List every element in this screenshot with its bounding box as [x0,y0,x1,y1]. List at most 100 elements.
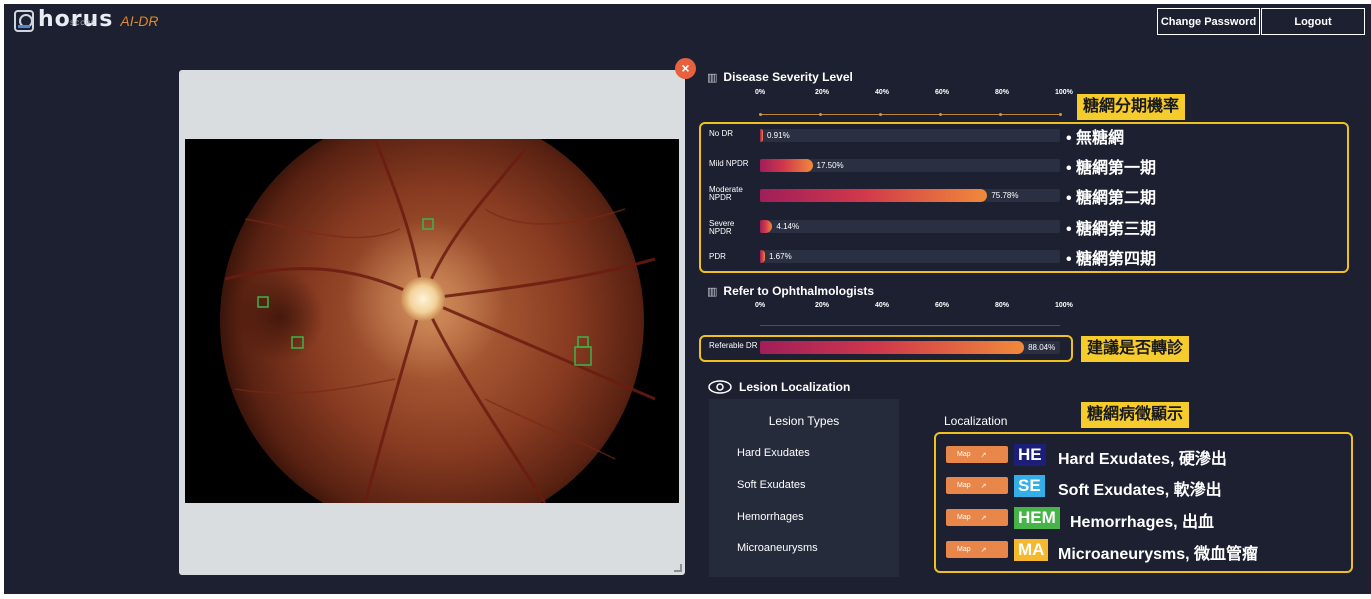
logo-text: horus [38,7,114,32]
pointer-icon: ↗ [980,546,987,554]
severity-section-title: ▥ Disease Severity Level [707,70,853,84]
severity-severe-npdr-bar-fill [760,220,773,233]
map-button-label: Map [957,482,971,489]
refer-tick-1: 20% [815,302,830,309]
severity-tick-2: 40% [875,89,890,96]
frame-bottom-edge [0,594,1371,599]
lesion-type-soft-exudates: Soft Exudates [737,479,806,491]
map-button-he[interactable]: Map ↗ [946,446,1008,463]
refer-tick-5: 100% [1055,302,1073,309]
logo-subtitle: SCOPE [70,21,97,27]
map-button-se[interactable]: Map ↗ [946,477,1008,494]
product-name: AI-DR [120,13,159,29]
severity-moderate-npdr-value: 75.78% [991,191,1019,200]
lesion-abbr-ma: MA [1014,539,1049,561]
map-button-hem[interactable]: Map ↗ [946,509,1008,526]
lesion-section-title: Lesion Localization [707,380,850,394]
lesion-title-text: Lesion Localization [739,380,851,394]
severity-tick-0: 0% [755,89,766,96]
map-button-label: Map [957,546,971,553]
severity-pdr-value: 1.67% [769,252,792,261]
fundus-image [220,139,656,503]
lesion-type-microaneurysms: Microaneurysms [737,542,818,554]
frame-left-edge [0,0,4,599]
localization-header: Localization [944,414,1008,428]
lesion-type-hard-exudates: Hard Exudates [737,447,810,459]
referable-dr-label: Referable DR [709,341,758,350]
refer-section-title: ▥ Refer to Ophthalmologists [707,284,874,298]
severity-mild-npdr-value: 17.50% [816,161,844,170]
pointer-icon: ↗ [980,482,987,490]
severity-axis-dot-5 [1059,113,1062,116]
close-image-button[interactable]: × [675,58,696,79]
refer-tick-2: 40% [875,302,890,309]
fundus-image-viewer [179,70,685,575]
severity-axis-dot-3 [939,113,942,116]
lesion-annotation-label: 糖網病徵顯示 [1081,402,1190,428]
severity-zh-moderate-npdr: • 糖網第二期 [1066,190,1157,207]
fundus-image-area [185,139,679,503]
frame-top-edge [0,0,1371,4]
change-password-button[interactable]: Change Password [1157,8,1260,35]
severity-mild-npdr-bar-fill [760,159,813,172]
severity-no-dr-label: No DR [709,129,734,138]
bar-chart-icon: ▥ [707,71,718,84]
refer-tick-3: 60% [935,302,950,309]
map-button-label: Map [957,514,971,521]
severity-moderate-npdr-bar-fill [760,189,988,202]
refer-annotation-label: 建議是否轉診 [1081,336,1190,362]
pointer-icon: ↗ [980,451,987,459]
refer-tick-4: 80% [995,302,1010,309]
referable-dr-bar-track [760,341,1060,354]
refer-tick-0: 0% [755,302,766,309]
severity-zh-no-dr: • 無糖網 [1066,130,1125,147]
severity-no-dr-bar-fill [760,129,763,142]
severity-title-text: Disease Severity Level [723,70,853,84]
lesion-abbr-hem: HEM [1014,507,1060,529]
severity-no-dr-bar-track [760,129,1060,142]
lesion-abbr-se: SE [1014,475,1045,497]
severity-moderate-npdr-label: Moderate NPDR [709,185,743,202]
severity-pdr-label: PDR [709,252,726,261]
severity-annotation-label: 糖網分期機率 [1077,94,1186,120]
severity-tick-4: 80% [995,89,1010,96]
severity-zh-severe-npdr: • 糖網第三期 [1066,221,1157,238]
eye-icon[interactable] [707,380,733,394]
severity-no-dr-value: 0.91% [767,131,790,140]
severity-zh-pdr: • 糖網第四期 [1066,251,1157,268]
severity-axis-dot-2 [879,113,882,116]
severity-tick-5: 100% [1055,89,1073,96]
severity-axis-dot-0 [759,113,762,116]
refer-title-text: Refer to Ophthalmologists [723,284,875,298]
severity-axis-dot-4 [999,113,1002,116]
logo-mark-icon [14,10,34,32]
lesion-types-header: Lesion Types [768,414,840,428]
severity-pdr-bar-track [760,250,1060,263]
lesion-desc-hem: Hemorrhages, 出血 [1070,514,1215,531]
logout-button[interactable]: Logout [1261,8,1365,35]
lesion-types-panel: Lesion Types Hard Exudates Soft Exudates… [709,399,899,577]
severity-severe-npdr-bar-track [760,220,1060,233]
lesion-desc-he: Hard Exudates, 硬滲出 [1058,451,1227,468]
severity-pdr-bar-fill [760,250,765,263]
bar-chart-icon: ▥ [707,285,718,298]
lesion-desc-ma: Microaneurysms, 微血管瘤 [1058,546,1259,563]
pointer-icon: ↗ [980,514,987,522]
lesion-type-hemorrhages: Hemorrhages [737,511,804,523]
map-button-label: Map [957,451,971,458]
severity-mild-npdr-bar-track [760,159,1060,172]
severity-tick-3: 60% [935,89,950,96]
severity-axis-line [760,114,1060,115]
resize-handle-icon[interactable] [674,564,682,572]
severity-zh-mild-npdr: • 糖網第一期 [1066,160,1157,177]
severity-tick-1: 20% [815,89,830,96]
lesion-desc-se: Soft Exudates, 軟滲出 [1058,482,1222,499]
severity-mild-npdr-label: Mild NPDR [709,159,749,168]
map-button-ma[interactable]: Map ↗ [946,541,1008,558]
referable-dr-value: 88.04% [1028,343,1056,352]
severity-severe-npdr-value: 4.14% [776,222,800,231]
severity-axis-dot-1 [819,113,822,116]
refer-axis-line [760,325,1060,326]
severity-severe-npdr-label: Severe NPDR [709,219,735,236]
referable-dr-bar-fill [760,341,1025,354]
